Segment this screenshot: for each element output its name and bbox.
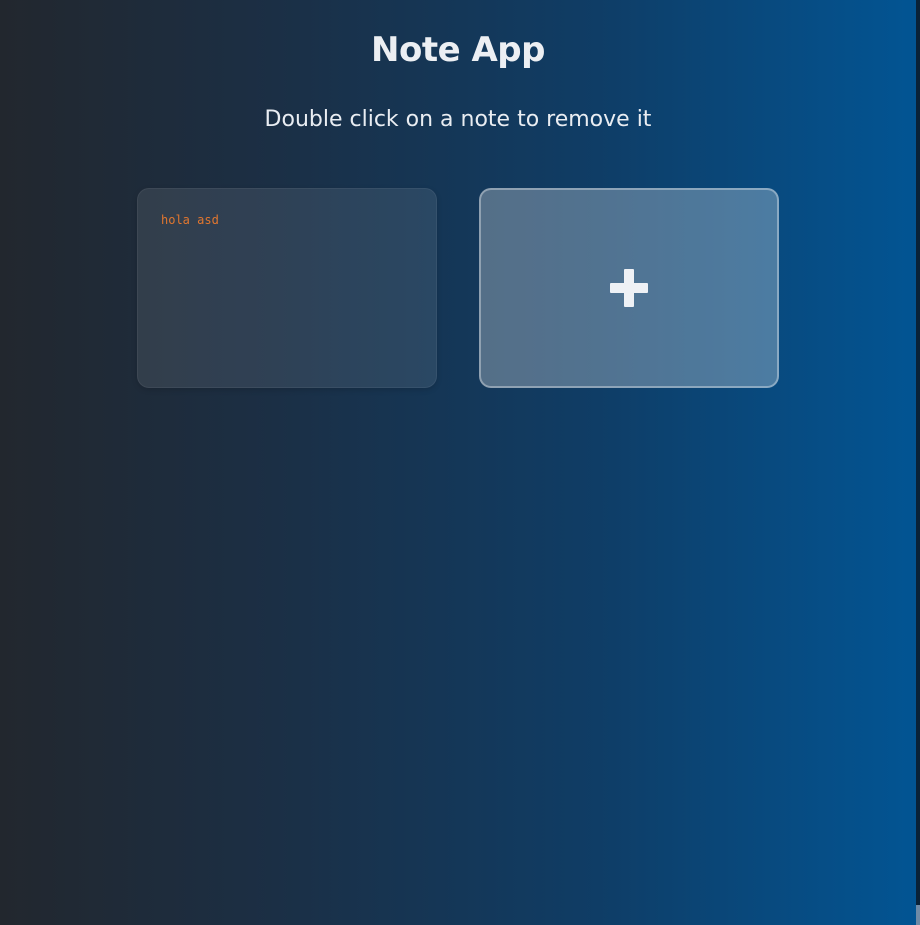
scrollbar[interactable]: [916, 0, 920, 925]
notes-grid: hola asd: [137, 188, 779, 388]
note-app: Note App Double click on a note to remov…: [0, 0, 920, 925]
note-card[interactable]: hola asd: [137, 188, 437, 388]
page-subtitle: Double click on a note to remove it: [264, 107, 652, 132]
add-note-button[interactable]: [479, 188, 779, 388]
plus-icon: [610, 269, 648, 307]
scrollbar-thumb[interactable]: [916, 905, 920, 925]
note-text[interactable]: hola asd: [161, 213, 413, 227]
page-title: Note App: [371, 30, 545, 70]
